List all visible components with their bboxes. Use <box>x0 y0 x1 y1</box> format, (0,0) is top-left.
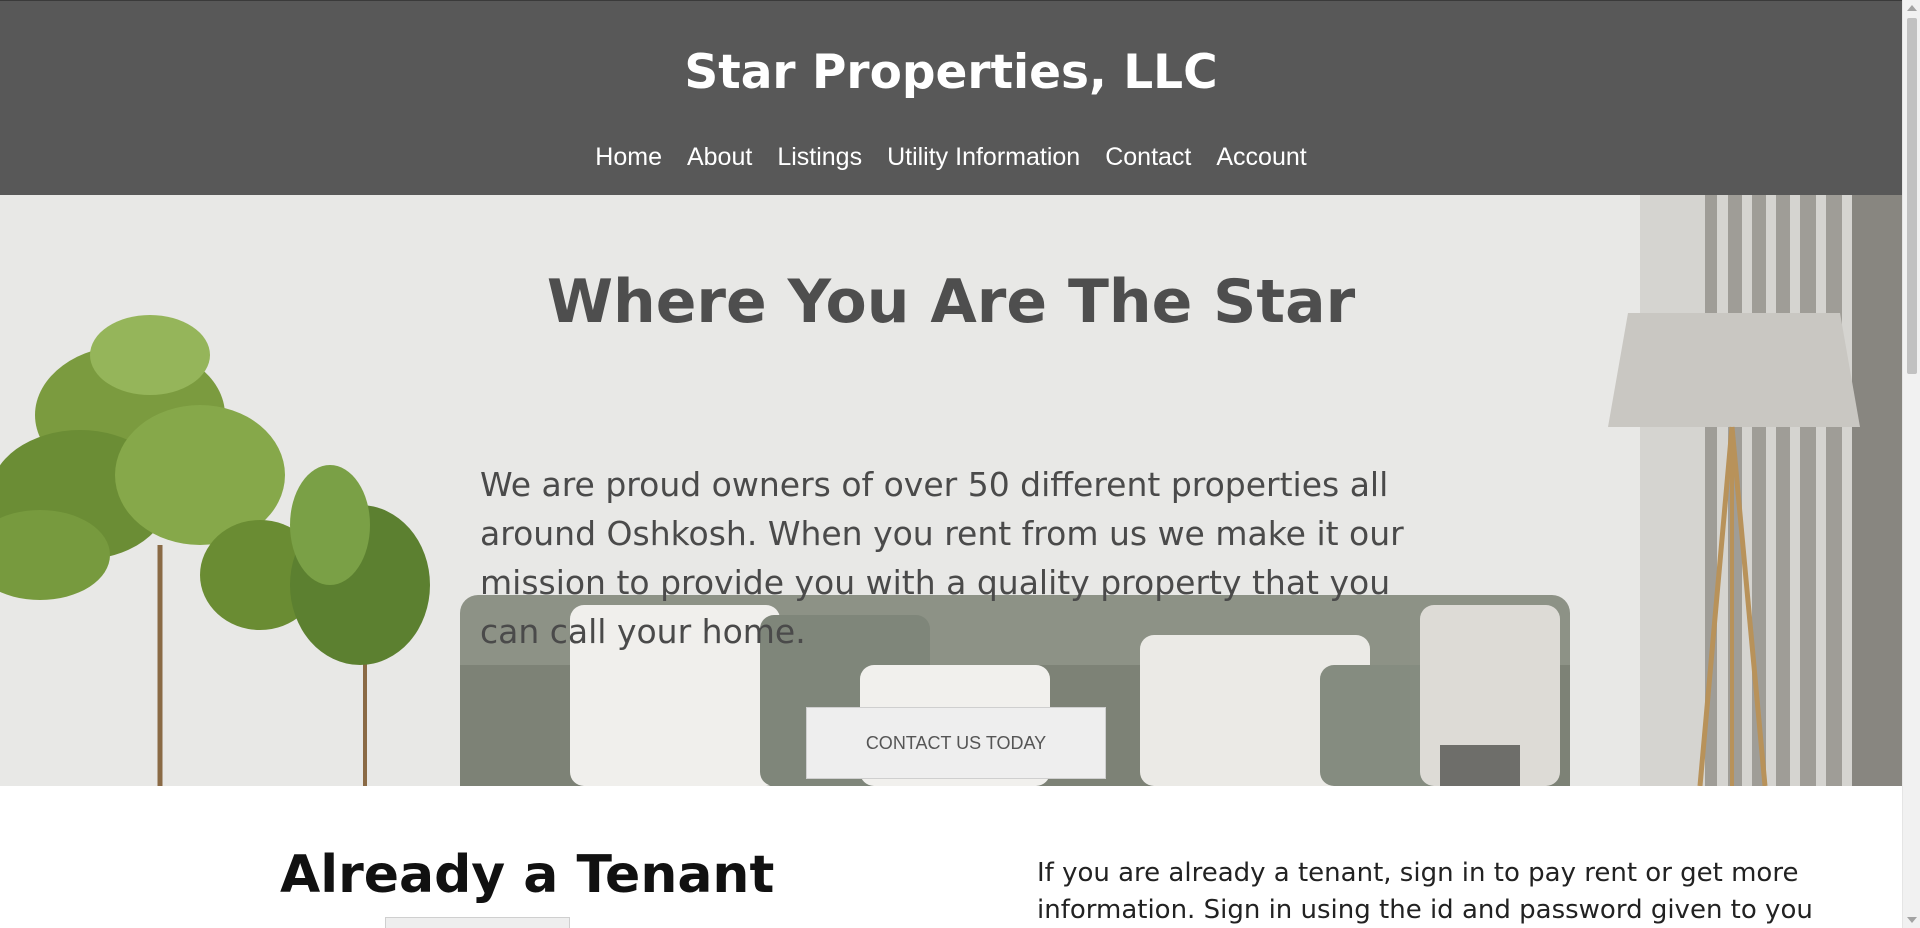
main-nav: Home About Listings Utility Information … <box>0 143 1902 172</box>
hero-title: Where You Are The Star <box>546 267 1356 337</box>
nav-utility-information[interactable]: Utility Information <box>887 143 1080 172</box>
scroll-up-arrow-icon[interactable] <box>1907 5 1917 11</box>
hero-section: Where You Are The Star We are proud owne… <box>0 195 1902 786</box>
nav-listings[interactable]: Listings <box>777 143 862 172</box>
hero-description: We are proud owners of over 50 different… <box>480 465 1404 651</box>
tenant-heading: Already a Tenant <box>280 845 775 905</box>
page: Star Properties, LLC Home About Listings… <box>0 0 1902 928</box>
site-title[interactable]: Star Properties, LLC <box>0 45 1902 100</box>
scrollbar-thumb[interactable] <box>1907 18 1917 374</box>
contact-us-button[interactable]: CONTACT US TODAY <box>806 707 1106 779</box>
tenant-sign-in-button[interactable] <box>385 917 570 928</box>
nav-home[interactable]: Home <box>595 143 662 172</box>
nav-contact[interactable]: Contact <box>1105 143 1191 172</box>
nav-about[interactable]: About <box>687 143 752 172</box>
site-header: Star Properties, LLC Home About Listings… <box>0 0 1902 195</box>
nav-account[interactable]: Account <box>1216 143 1306 172</box>
tenant-description: If you are already a tenant, sign in to … <box>1037 858 1813 925</box>
vertical-scrollbar[interactable] <box>1902 0 1920 928</box>
scroll-down-arrow-icon[interactable] <box>1907 917 1917 923</box>
